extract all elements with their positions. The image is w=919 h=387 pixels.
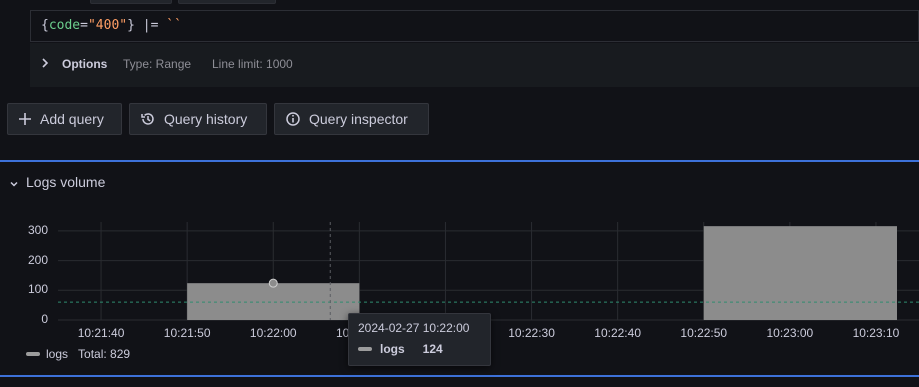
query-inspector-label: Query inspector xyxy=(309,111,408,127)
add-query-button[interactable]: Add query xyxy=(7,103,122,135)
tooltip-swatch xyxy=(358,347,372,351)
y-tick-label: 200 xyxy=(27,252,48,267)
chevron-right-icon[interactable] xyxy=(40,57,50,72)
code-label-key: code xyxy=(48,18,81,33)
options-type: Type: Range xyxy=(123,57,192,71)
query-history-label: Query history xyxy=(164,111,248,127)
tooltip-time: 2024-02-27 10:22:00 xyxy=(358,321,470,335)
x-tick-label: 10:22:40 xyxy=(594,326,641,340)
y-tick-label: 300 xyxy=(27,222,48,237)
chart-legend[interactable]: logs Total: 829 xyxy=(26,347,130,361)
legend-series-name: logs xyxy=(46,347,69,361)
chevron-down-icon[interactable] xyxy=(9,178,19,192)
chart-tooltip: 2024-02-27 10:22:00 logs 124 xyxy=(348,313,491,366)
add-query-label: Add query xyxy=(40,111,104,127)
partial-button-left[interactable] xyxy=(90,0,172,4)
options-label[interactable]: Options xyxy=(62,57,107,71)
x-tick-label: 10:21:50 xyxy=(163,326,211,340)
legend-swatch xyxy=(26,352,40,356)
chart-bar xyxy=(703,226,897,320)
info-circle-icon xyxy=(285,111,301,127)
plus-icon xyxy=(18,112,32,126)
logs-volume-title[interactable]: Logs volume xyxy=(26,174,105,190)
query-options[interactable]: Options Type: Range Line limit: 1000 xyxy=(30,43,919,87)
code-literal: `` xyxy=(166,18,182,33)
code-label-value: "400" xyxy=(87,18,128,33)
panel-divider-bottom xyxy=(0,375,919,377)
code-equals: = xyxy=(80,18,88,33)
code-operator: |= xyxy=(134,18,167,33)
tooltip-row: logs 124 xyxy=(358,342,443,356)
code-open-brace: { xyxy=(41,18,49,33)
options-line-limit: Line limit: 1000 xyxy=(212,57,293,71)
hover-point xyxy=(268,278,278,288)
tooltip-series: logs xyxy=(380,342,405,356)
x-tick-label: 10:21:40 xyxy=(77,326,125,340)
code-close-brace: } xyxy=(127,18,135,33)
x-tick-label: 10:22:50 xyxy=(680,326,728,340)
query-history-button[interactable]: Query history xyxy=(129,103,267,135)
panel-divider-top xyxy=(0,160,919,162)
x-tick-label: 10:23:10 xyxy=(852,326,900,340)
y-tick-label: 0 xyxy=(41,312,48,326)
chart-bar xyxy=(187,283,360,320)
legend-total: Total: 829 xyxy=(78,347,131,361)
x-tick-label: 10:22:00 xyxy=(249,326,297,340)
query-inspector-button[interactable]: Query inspector xyxy=(274,103,429,135)
query-editor[interactable]: {code="400"} |= `` xyxy=(30,10,919,42)
x-tick-label: 10:22:30 xyxy=(508,326,555,340)
partial-button-right[interactable] xyxy=(178,0,276,4)
tooltip-value: 124 xyxy=(422,342,443,356)
query-code[interactable]: {code="400"} |= `` xyxy=(41,18,182,33)
history-icon xyxy=(140,111,156,127)
x-tick-label: 10:23:00 xyxy=(766,326,814,340)
y-tick-label: 100 xyxy=(27,282,48,297)
